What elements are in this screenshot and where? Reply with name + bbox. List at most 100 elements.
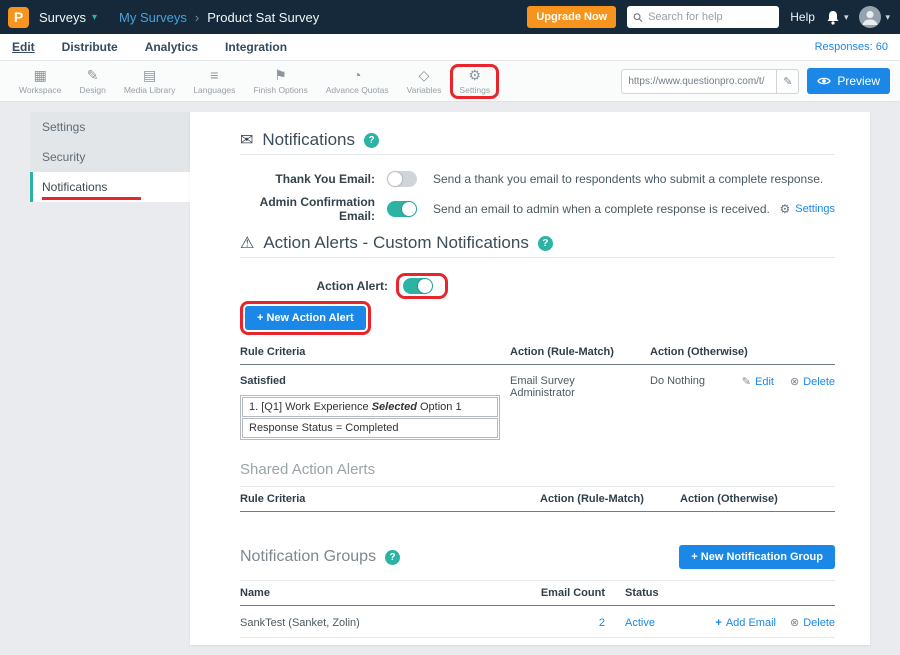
- row-actions: ✎ Edit ⊗ Delete: [742, 375, 835, 388]
- section-title: Notifications: [262, 130, 355, 150]
- delete-group-link[interactable]: ⊗ Delete: [790, 616, 835, 629]
- admin-email-settings-link[interactable]: ⚙ Settings: [779, 202, 835, 216]
- chevron-down-icon: ▾: [885, 12, 890, 23]
- column-header-name: Name: [240, 587, 270, 599]
- group-actions: + Add Email ⊗ Delete: [715, 616, 835, 629]
- breadcrumb-my-surveys[interactable]: My Surveys: [119, 10, 187, 25]
- product-switcher[interactable]: Surveys ▾: [39, 10, 97, 25]
- delete-icon: ⊗: [790, 616, 799, 629]
- group-status[interactable]: Active: [625, 617, 655, 629]
- breadcrumb: My Surveys › Product Sat Survey: [119, 10, 319, 25]
- column-header-rule-match: Action (Rule-Match): [540, 493, 644, 505]
- toolbar-item-languages[interactable]: ≡ Languages: [184, 66, 244, 97]
- settings-sidebar: Settings Security Notifications: [30, 112, 190, 202]
- gear-icon: ⚙: [779, 202, 790, 216]
- workspace-icon: ▦: [34, 68, 47, 84]
- add-email-link[interactable]: + Add Email: [715, 616, 776, 629]
- search-input[interactable]: [648, 11, 773, 23]
- admin-confirmation-toggle[interactable]: [387, 201, 417, 217]
- rule-match-value: Email Survey Administrator: [510, 375, 630, 399]
- toolbar-item-label: Finish Options: [253, 85, 307, 95]
- column-header-email-count: Email Count: [525, 587, 605, 599]
- edit-alert-link[interactable]: ✎ Edit: [742, 375, 774, 388]
- toolbar-item-label: Media Library: [124, 85, 176, 95]
- eye-icon: [817, 76, 831, 86]
- questionpro-logo[interactable]: P: [8, 7, 29, 28]
- criteria-line: Response Status = Completed: [242, 418, 498, 438]
- action-alert-label: Action Alert:: [240, 279, 388, 293]
- thank-you-email-desc: Send a thank you email to respondents wh…: [433, 172, 823, 186]
- help-link[interactable]: Help: [790, 10, 815, 24]
- toolbar-item-media-library[interactable]: ▤ Media Library: [115, 66, 185, 97]
- plus-icon: +: [715, 617, 721, 629]
- notifications-heading: ✉ Notifications ?: [240, 130, 835, 150]
- toolbar-item-label: Workspace: [19, 85, 61, 95]
- survey-url[interactable]: https://www.questionpro.com/t/: [622, 70, 776, 93]
- tab-edit[interactable]: Edit: [12, 40, 35, 54]
- preview-label: Preview: [837, 74, 880, 88]
- divider: [240, 257, 835, 258]
- bell-icon: [826, 10, 840, 25]
- sidebar-item-security[interactable]: Security: [30, 142, 190, 172]
- action-alerts-heading: ⚠ Action Alerts - Custom Notifications ?: [240, 233, 835, 253]
- new-notification-group-button[interactable]: + New Notification Group: [679, 545, 835, 569]
- help-icon[interactable]: ?: [538, 236, 553, 251]
- column-header-otherwise: Action (Otherwise): [650, 346, 748, 358]
- sidebar-item-settings[interactable]: Settings: [30, 112, 190, 142]
- delete-icon: ⊗: [790, 375, 799, 388]
- upgrade-now-button[interactable]: Upgrade Now: [527, 6, 616, 28]
- variables-icon: ◇: [419, 68, 430, 84]
- toolbar-item-workspace[interactable]: ▦ Workspace: [10, 66, 70, 97]
- edit-url-pencil-icon[interactable]: ✎: [776, 70, 798, 93]
- annotation-notifications-underline: [42, 197, 141, 200]
- delete-label: Delete: [803, 617, 835, 629]
- responses-count[interactable]: Responses: 60: [815, 41, 888, 53]
- admin-confirmation-desc: Send an email to admin when a complete r…: [433, 202, 770, 216]
- toolbar-item-settings[interactable]: ⚙ Settings: [450, 64, 499, 99]
- help-icon[interactable]: ?: [364, 133, 379, 148]
- edit-icon: ✎: [742, 375, 751, 388]
- toolbar-item-finish-options[interactable]: ⚑ Finish Options: [244, 66, 316, 97]
- settings-gear-icon: ⚙: [469, 68, 482, 84]
- warning-icon: ⚠: [240, 233, 254, 253]
- divider: [240, 154, 835, 155]
- column-header-rule-match: Action (Rule-Match): [510, 346, 614, 358]
- admin-confirmation-row: Admin Confirmation Email: Send an email …: [240, 199, 835, 219]
- criteria-text: 1. [Q1] Work Experience: [249, 401, 372, 413]
- toolbar-item-design[interactable]: ✎ Design: [70, 66, 114, 97]
- toolbar-item-advance-quotas[interactable]: ◔ Advance Quotas: [317, 66, 398, 97]
- media-library-icon: ▤: [143, 68, 156, 84]
- notification-bell[interactable]: ▾: [826, 10, 849, 25]
- account-menu[interactable]: ▾: [859, 6, 890, 28]
- tab-integration[interactable]: Integration: [225, 40, 287, 54]
- help-icon[interactable]: ?: [385, 550, 400, 565]
- tab-distribute[interactable]: Distribute: [62, 40, 118, 54]
- criteria-text: Option 1: [417, 401, 462, 413]
- logo-letter: P: [14, 9, 23, 25]
- thank-you-email-toggle[interactable]: [387, 171, 417, 187]
- edit-toolbar: ▦ Workspace ✎ Design ▤ Media Library ≡ L…: [0, 61, 900, 102]
- delete-alert-link[interactable]: ⊗ Delete: [790, 375, 835, 388]
- breadcrumb-separator-icon: ›: [195, 10, 199, 25]
- annotation-new-action-alert-box: + New Action Alert: [240, 301, 371, 335]
- toolbar-item-label: Advance Quotas: [326, 85, 389, 95]
- shared-alerts-empty-area: [240, 512, 835, 542]
- sidebar-item-label: Security: [42, 150, 85, 164]
- settings-page: Settings Security Notifications ✉ Notifi…: [0, 102, 900, 655]
- shared-alerts-table-header: Rule Criteria Action (Rule-Match) Action…: [240, 486, 835, 512]
- notification-groups-bar: Notification Groups ? + New Notification…: [240, 542, 835, 572]
- envelope-icon: ✉: [240, 130, 253, 150]
- toolbar-item-label: Languages: [193, 85, 235, 95]
- toolbar-item-label: Design: [79, 85, 105, 95]
- design-icon: ✎: [87, 68, 99, 84]
- new-action-alert-button[interactable]: + New Action Alert: [245, 306, 366, 330]
- sidebar-item-notifications[interactable]: Notifications: [30, 172, 190, 202]
- tab-analytics[interactable]: Analytics: [145, 40, 198, 54]
- group-email-count[interactable]: 2: [525, 617, 605, 629]
- help-search[interactable]: [627, 6, 779, 28]
- preview-button[interactable]: Preview: [807, 68, 890, 94]
- advance-quotas-icon: ◔: [353, 68, 361, 84]
- toolbar-item-variables[interactable]: ◇ Variables: [398, 66, 451, 97]
- product-label: Surveys: [39, 10, 86, 25]
- action-alert-toggle[interactable]: [403, 278, 433, 294]
